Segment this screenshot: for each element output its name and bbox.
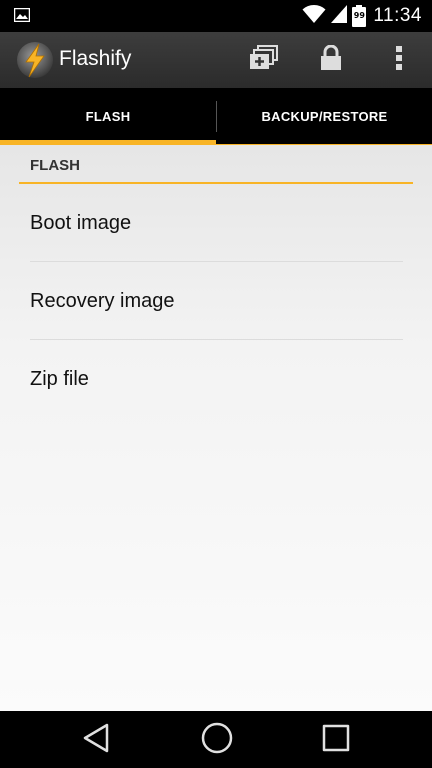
list-item-recovery-image[interactable]: Recovery image [30,290,402,313]
back-button[interactable] [76,721,116,759]
tab-flash[interactable]: FLASH [0,88,216,145]
battery-icon: 99 [352,5,367,27]
back-icon [82,722,110,759]
add-stack-button[interactable] [244,40,284,80]
list-item-boot-image[interactable]: Boot image [30,212,402,235]
wifi-icon [302,4,326,29]
battery-level: 99 [353,11,365,20]
overflow-menu-icon [395,45,403,76]
status-bar: 99 11:34 [0,0,432,32]
add-stack-icon [249,44,279,76]
content-area: FLASH Boot image Recovery image Zip file [0,145,432,711]
flashify-logo-icon [16,41,54,79]
list-divider [30,261,403,262]
home-icon [200,721,234,760]
section-header: FLASH [30,157,80,174]
list-item-zip-file[interactable]: Zip file [30,368,402,391]
tab-backup-restore[interactable]: BACKUP/RESTORE [217,88,432,145]
list-divider [30,339,403,340]
screen: 99 11:34 Flashify FLASH BACKUP/RESTORE F… [0,0,432,768]
signal-icon [330,4,348,29]
recents-button[interactable] [316,721,356,759]
navigation-bar [0,711,432,768]
status-clock: 11:34 [373,5,422,26]
app-title: Flashify [59,47,132,70]
lock-button[interactable] [311,40,351,80]
action-bar: Flashify [0,32,432,88]
lock-icon [320,44,342,76]
home-button[interactable] [197,721,237,759]
gallery-icon [13,7,31,23]
overflow-menu-button[interactable] [379,40,419,80]
recents-icon [321,723,351,758]
tab-bar: FLASH BACKUP/RESTORE [0,88,432,145]
section-underline [19,182,413,184]
status-icons: 99 11:34 [298,0,422,32]
